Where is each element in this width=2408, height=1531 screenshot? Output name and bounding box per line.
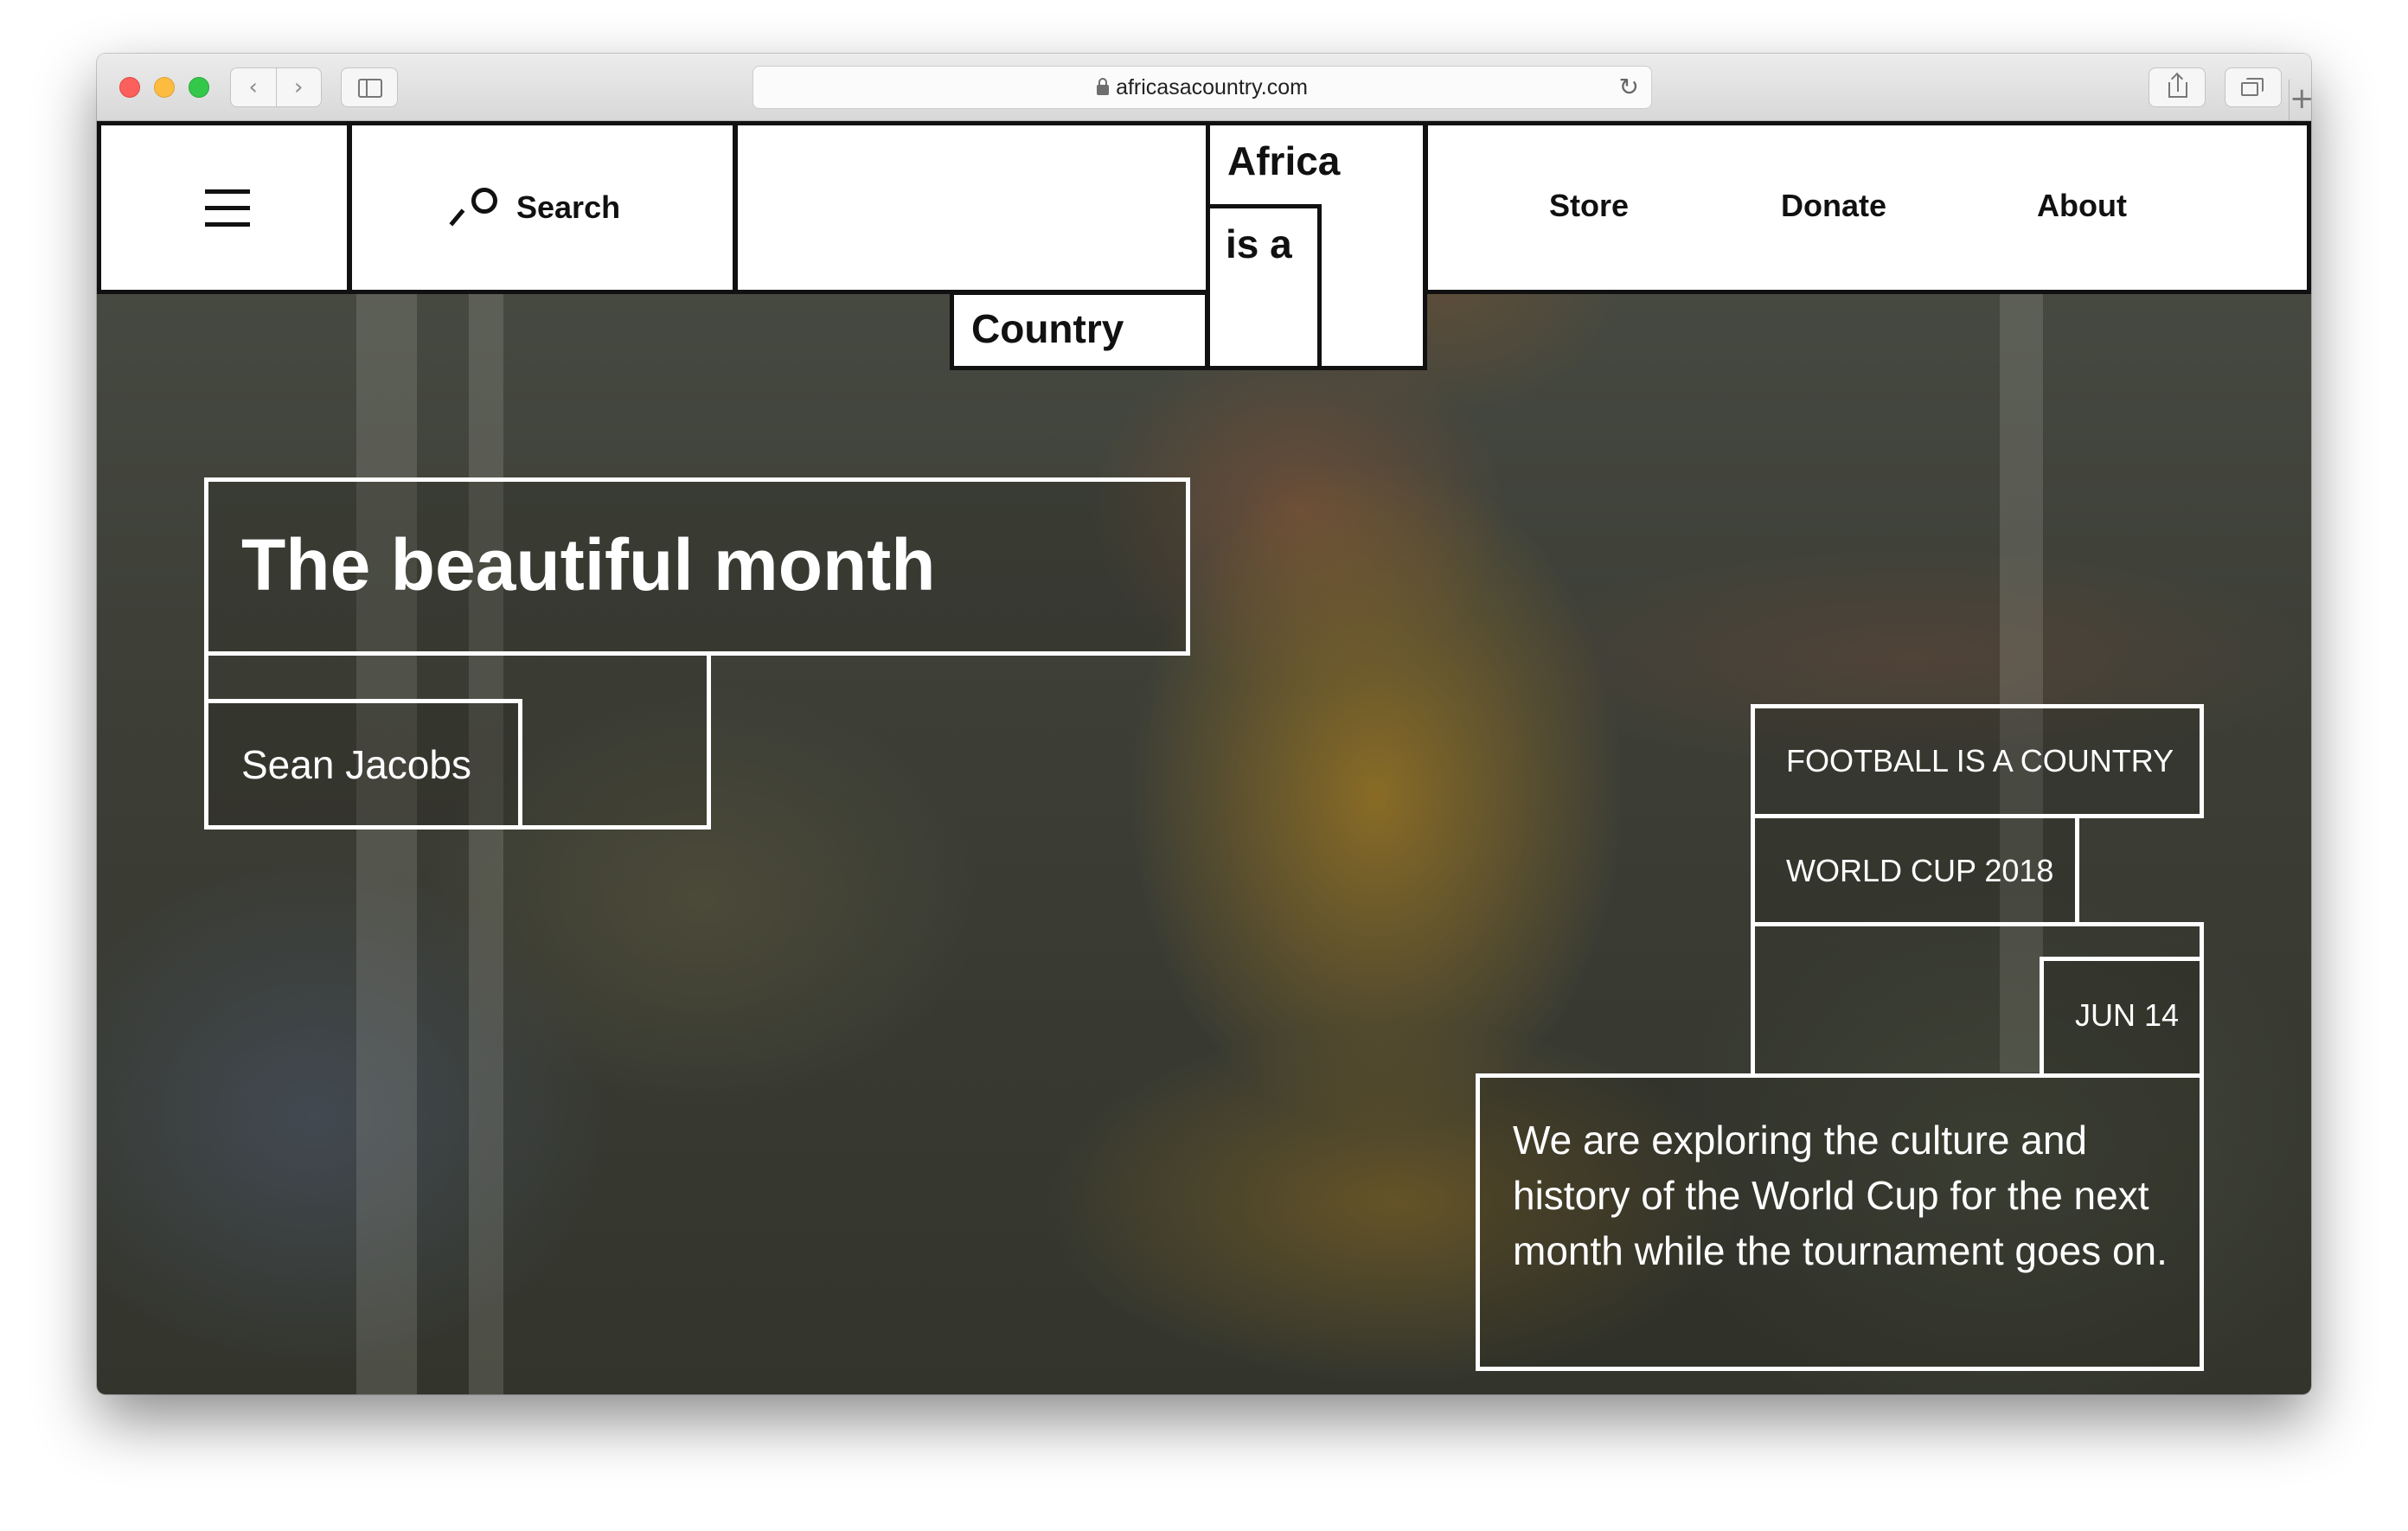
web-page: Search Africa is a Country Store Donate … bbox=[97, 121, 2311, 1394]
article-excerpt: We are exploring the culture and history… bbox=[1513, 1118, 2168, 1273]
nav-store-link[interactable]: Store bbox=[1549, 188, 1629, 224]
history-nav-group: ‹ › bbox=[230, 67, 322, 107]
excerpt-box[interactable]: We are exploring the culture and history… bbox=[1476, 1073, 2204, 1371]
share-arrow-icon bbox=[2177, 74, 2179, 92]
hamburger-icon bbox=[205, 189, 250, 239]
tag-world-cup-2018[interactable]: WORLD CUP 2018 bbox=[1751, 814, 2079, 926]
zoom-window-button[interactable] bbox=[189, 77, 209, 98]
logo-word-isa: is a bbox=[1226, 221, 1292, 266]
nav-donate-link[interactable]: Donate bbox=[1781, 188, 1886, 224]
minimize-window-button[interactable] bbox=[154, 77, 175, 98]
back-button[interactable]: ‹ bbox=[231, 68, 277, 106]
sidebar-icon bbox=[358, 79, 382, 98]
author-name: Sean Jacobs bbox=[241, 742, 471, 787]
search-label: Search bbox=[516, 189, 621, 225]
search-button[interactable]: Search bbox=[348, 121, 737, 294]
browser-toolbar: ‹ › africasacountry.com ↻ + bbox=[97, 54, 2311, 121]
browser-window: ‹ › africasacountry.com ↻ + Search Afric… bbox=[97, 54, 2311, 1394]
date-box: JUN 14 bbox=[2040, 957, 2204, 1078]
forward-button[interactable]: › bbox=[277, 68, 322, 106]
url-text: africasacountry.com bbox=[1116, 75, 1308, 99]
tabs-icon-back bbox=[2246, 78, 2264, 92]
show-tabs-button[interactable] bbox=[2225, 67, 2282, 107]
tag-label: WORLD CUP 2018 bbox=[1786, 853, 2054, 888]
share-button[interactable] bbox=[2149, 67, 2206, 107]
main-nav: Store Donate About bbox=[1424, 121, 2311, 294]
logo-isa-cell[interactable]: is a bbox=[1206, 204, 1322, 370]
reload-icon[interactable]: ↻ bbox=[1619, 67, 1639, 108]
tag-label: FOOTBALL IS A COUNTRY bbox=[1786, 743, 2174, 778]
logo-word-country: Country bbox=[971, 306, 1124, 351]
menu-button[interactable] bbox=[97, 121, 351, 294]
article-title-box[interactable]: The beautiful month bbox=[204, 477, 1190, 656]
logo-country-cell[interactable]: Country bbox=[950, 291, 1209, 370]
search-icon bbox=[449, 186, 499, 229]
new-tab-button[interactable]: + bbox=[2289, 80, 2311, 121]
lock-icon bbox=[1097, 78, 1110, 95]
sidebar-toggle-button[interactable] bbox=[341, 67, 398, 107]
author-box[interactable]: Sean Jacobs bbox=[204, 699, 522, 830]
logo-word-africa: Africa bbox=[1227, 138, 1341, 183]
address-bar[interactable]: africasacountry.com ↻ bbox=[752, 66, 1652, 109]
close-window-button[interactable] bbox=[119, 77, 140, 98]
tag-football-is-a-country[interactable]: FOOTBALL IS A COUNTRY bbox=[1751, 704, 2204, 818]
article-date: JUN 14 bbox=[2075, 997, 2180, 1033]
nav-about-link[interactable]: About bbox=[2037, 188, 2127, 224]
article-title: The beautiful month bbox=[241, 524, 936, 605]
